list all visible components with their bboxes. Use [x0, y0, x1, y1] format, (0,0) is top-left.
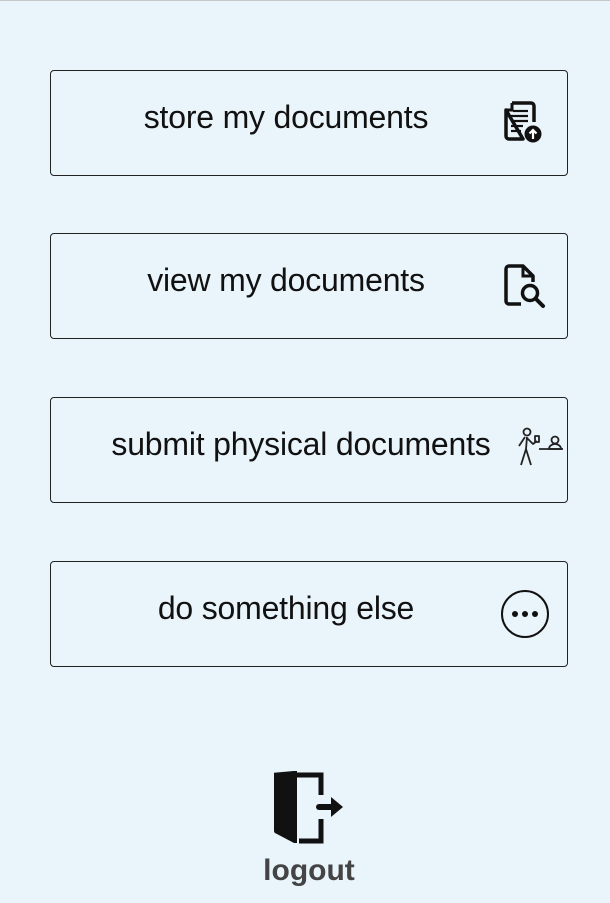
- document-upload-icon: [504, 101, 542, 143]
- submit-physical-documents-button[interactable]: submit physical documents: [50, 397, 568, 503]
- store-documents-button[interactable]: store my documents: [50, 70, 568, 176]
- do-something-else-button[interactable]: do something else: [50, 561, 568, 667]
- logout-door-icon: [273, 770, 343, 844]
- logout-button[interactable]: logout: [250, 770, 368, 888]
- person-handing-document-icon: [518, 427, 563, 466]
- logout-label: logout: [263, 854, 355, 887]
- document-search-icon: [504, 264, 545, 308]
- view-documents-button[interactable]: view my documents: [50, 233, 568, 339]
- do-something-else-label: do something else: [157, 590, 415, 626]
- store-documents-label: store my documents: [143, 99, 429, 135]
- more-dots-icon: [501, 590, 549, 638]
- view-documents-label: view my documents: [147, 262, 425, 298]
- submit-physical-documents-label: submit physical documents: [111, 426, 491, 462]
